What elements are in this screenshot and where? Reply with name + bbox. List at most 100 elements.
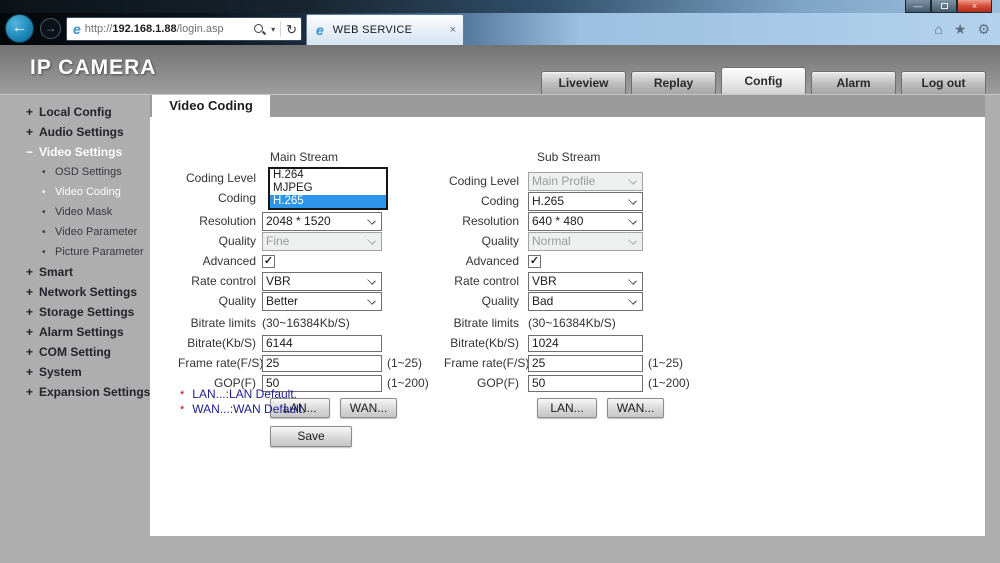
- sub-frame-rate-input[interactable]: [528, 354, 643, 372]
- bitrate-limits-label: Bitrate limits: [190, 316, 256, 330]
- coding-label: Coding: [217, 191, 256, 205]
- chevron-down-icon: [628, 297, 637, 306]
- sub-rate-control-select[interactable]: VBR: [528, 271, 643, 291]
- chevron-down-icon: [628, 217, 637, 226]
- footnote-text: LAN...:LAN Default.: [192, 387, 297, 401]
- select-value: Bad: [532, 294, 554, 308]
- expand-icon: +: [26, 105, 34, 119]
- sub-bitrate-limits-value: (30~16384Kb/S): [528, 316, 616, 330]
- gop-range: (1~200): [387, 376, 429, 390]
- sidebar-item-video-parameter[interactable]: • Video Parameter: [0, 222, 150, 242]
- browser-tab[interactable]: e WEB SERVICE ×: [306, 14, 464, 45]
- chevron-down-icon: [628, 277, 637, 286]
- main-rate-control-select[interactable]: VBR: [262, 271, 382, 291]
- sidebar-item-video-settings[interactable]: − Video Settings: [0, 142, 150, 162]
- sub-coding-select[interactable]: H.265: [528, 191, 643, 211]
- forward-button[interactable]: →: [40, 18, 61, 39]
- sidebar-item-smart[interactable]: + Smart: [0, 262, 150, 282]
- sidebar-item-video-mask[interactable]: • Video Mask: [0, 202, 150, 222]
- sidebar-item-video-coding[interactable]: • Video Coding: [0, 182, 150, 202]
- coding-option-h265[interactable]: H.265: [270, 195, 386, 208]
- save-button[interactable]: Save: [270, 426, 352, 447]
- sidebar-item-audio-settings[interactable]: + Audio Settings: [0, 122, 150, 142]
- tab-replay[interactable]: Replay: [631, 71, 716, 94]
- content-panel: Video Coding Main Stream Coding Level Co…: [150, 95, 985, 536]
- main-resolution-select[interactable]: 2048 * 1520: [262, 211, 382, 231]
- divider: [280, 21, 282, 37]
- sidebar-item-network-settings[interactable]: + Network Settings: [0, 282, 150, 302]
- select-value: Better: [266, 294, 299, 308]
- sidebar-item-label: Video Mask: [55, 206, 113, 218]
- tab-alarm[interactable]: Alarm: [811, 71, 896, 94]
- sidebar-item-label: Video Coding: [55, 186, 121, 198]
- sub-lan-default-button[interactable]: LAN...: [537, 398, 597, 418]
- select-value: VBR: [266, 274, 291, 288]
- sub-advanced-checkbox[interactable]: ✓: [528, 254, 541, 268]
- main-frame-rate-input[interactable]: [262, 354, 382, 372]
- sub-wan-default-button[interactable]: WAN...: [607, 398, 664, 418]
- asterisk-icon: *: [180, 389, 185, 401]
- sub-bitrate-input[interactable]: [528, 334, 643, 352]
- sidebar-item-osd-settings[interactable]: • OSD Settings: [0, 162, 150, 182]
- minimize-button[interactable]: —: [905, 0, 931, 13]
- browser-window: — × ← → e http://192.168.1.88/login.asp …: [0, 0, 1000, 563]
- bitrate-label: Bitrate(Kb/S): [450, 336, 519, 350]
- select-value: H.265: [532, 194, 565, 208]
- tab-logout[interactable]: Log out: [901, 71, 986, 94]
- chevron-down-icon[interactable]: ▾: [271, 25, 275, 34]
- select-value: Normal: [532, 234, 571, 248]
- select-value: Fine: [266, 234, 290, 248]
- select-value: VBR: [532, 274, 557, 288]
- url-text[interactable]: http://192.168.1.88/login.asp: [85, 23, 224, 35]
- coding-option-mjpeg[interactable]: MJPEG: [270, 182, 386, 195]
- window-title-bar: — ×: [0, 0, 1000, 13]
- tab-config[interactable]: Config: [721, 67, 806, 94]
- ie-icon: e: [316, 22, 324, 38]
- main-advanced-checkbox[interactable]: ✓: [262, 254, 275, 268]
- body-area: + Local Config + Audio Settings − Video Set…: [0, 95, 1000, 563]
- address-bar[interactable]: e http://192.168.1.88/login.asp ▾ ↻: [66, 17, 302, 41]
- sub-gop-input[interactable]: [528, 374, 643, 392]
- footnote-lan: * LAN...:LAN Default.: [180, 387, 305, 402]
- tab-liveview[interactable]: Liveview: [541, 71, 626, 94]
- main-wan-default-button[interactable]: WAN...: [340, 398, 397, 418]
- bullet-icon: •: [42, 247, 46, 258]
- sidebar-item-label: Video Parameter: [55, 226, 138, 238]
- sidebar-item-picture-parameter[interactable]: • Picture Parameter: [0, 242, 150, 262]
- sub-resolution-select[interactable]: 640 * 480: [528, 211, 643, 231]
- chevron-down-icon: [367, 277, 376, 286]
- sidebar-item-com-setting[interactable]: + COM Setting: [0, 342, 150, 362]
- close-tab-icon[interactable]: ×: [450, 24, 456, 36]
- frame-rate-range: (1~25): [387, 356, 423, 370]
- sidebar-item-local-config[interactable]: + Local Config: [0, 102, 150, 122]
- bullet-icon: •: [42, 207, 46, 218]
- sidebar-item-label: Expansion Settings: [39, 385, 151, 399]
- gear-icon[interactable]: ⚙: [977, 22, 990, 36]
- search-icon[interactable]: [253, 23, 266, 36]
- coding-label: Coding: [480, 194, 519, 208]
- sidebar-item-label: COM Setting: [39, 345, 111, 359]
- restore-icon: [940, 3, 948, 9]
- home-icon[interactable]: ⌂: [934, 22, 942, 36]
- sidebar-item-expansion-settings[interactable]: + Expansion Settings: [0, 382, 150, 402]
- main-quality2-select[interactable]: Better: [262, 291, 382, 311]
- refresh-icon[interactable]: ↻: [286, 23, 297, 36]
- expand-icon: +: [26, 305, 34, 319]
- chevron-down-icon: [367, 297, 376, 306]
- tab-video-coding[interactable]: Video Coding: [152, 95, 270, 117]
- sidebar-item-alarm-settings[interactable]: + Alarm Settings: [0, 322, 150, 342]
- gop-label: GOP(F): [477, 376, 519, 390]
- sub-quality2-select[interactable]: Bad: [528, 291, 643, 311]
- chevron-down-icon: [628, 197, 637, 206]
- close-button[interactable]: ×: [957, 0, 992, 13]
- star-icon[interactable]: ★: [954, 22, 967, 36]
- restore-button[interactable]: [931, 0, 957, 13]
- sidebar-item-system[interactable]: + System: [0, 362, 150, 382]
- main-bitrate-input[interactable]: [262, 334, 382, 352]
- sidebar-item-storage-settings[interactable]: + Storage Settings: [0, 302, 150, 322]
- coding-option-h264[interactable]: H.264: [270, 169, 386, 182]
- back-button[interactable]: ←: [5, 14, 34, 43]
- select-value: 2048 * 1520: [266, 214, 331, 228]
- asterisk-icon: *: [180, 404, 185, 416]
- main-coding-listbox[interactable]: H.264 MJPEG H.265: [268, 167, 388, 210]
